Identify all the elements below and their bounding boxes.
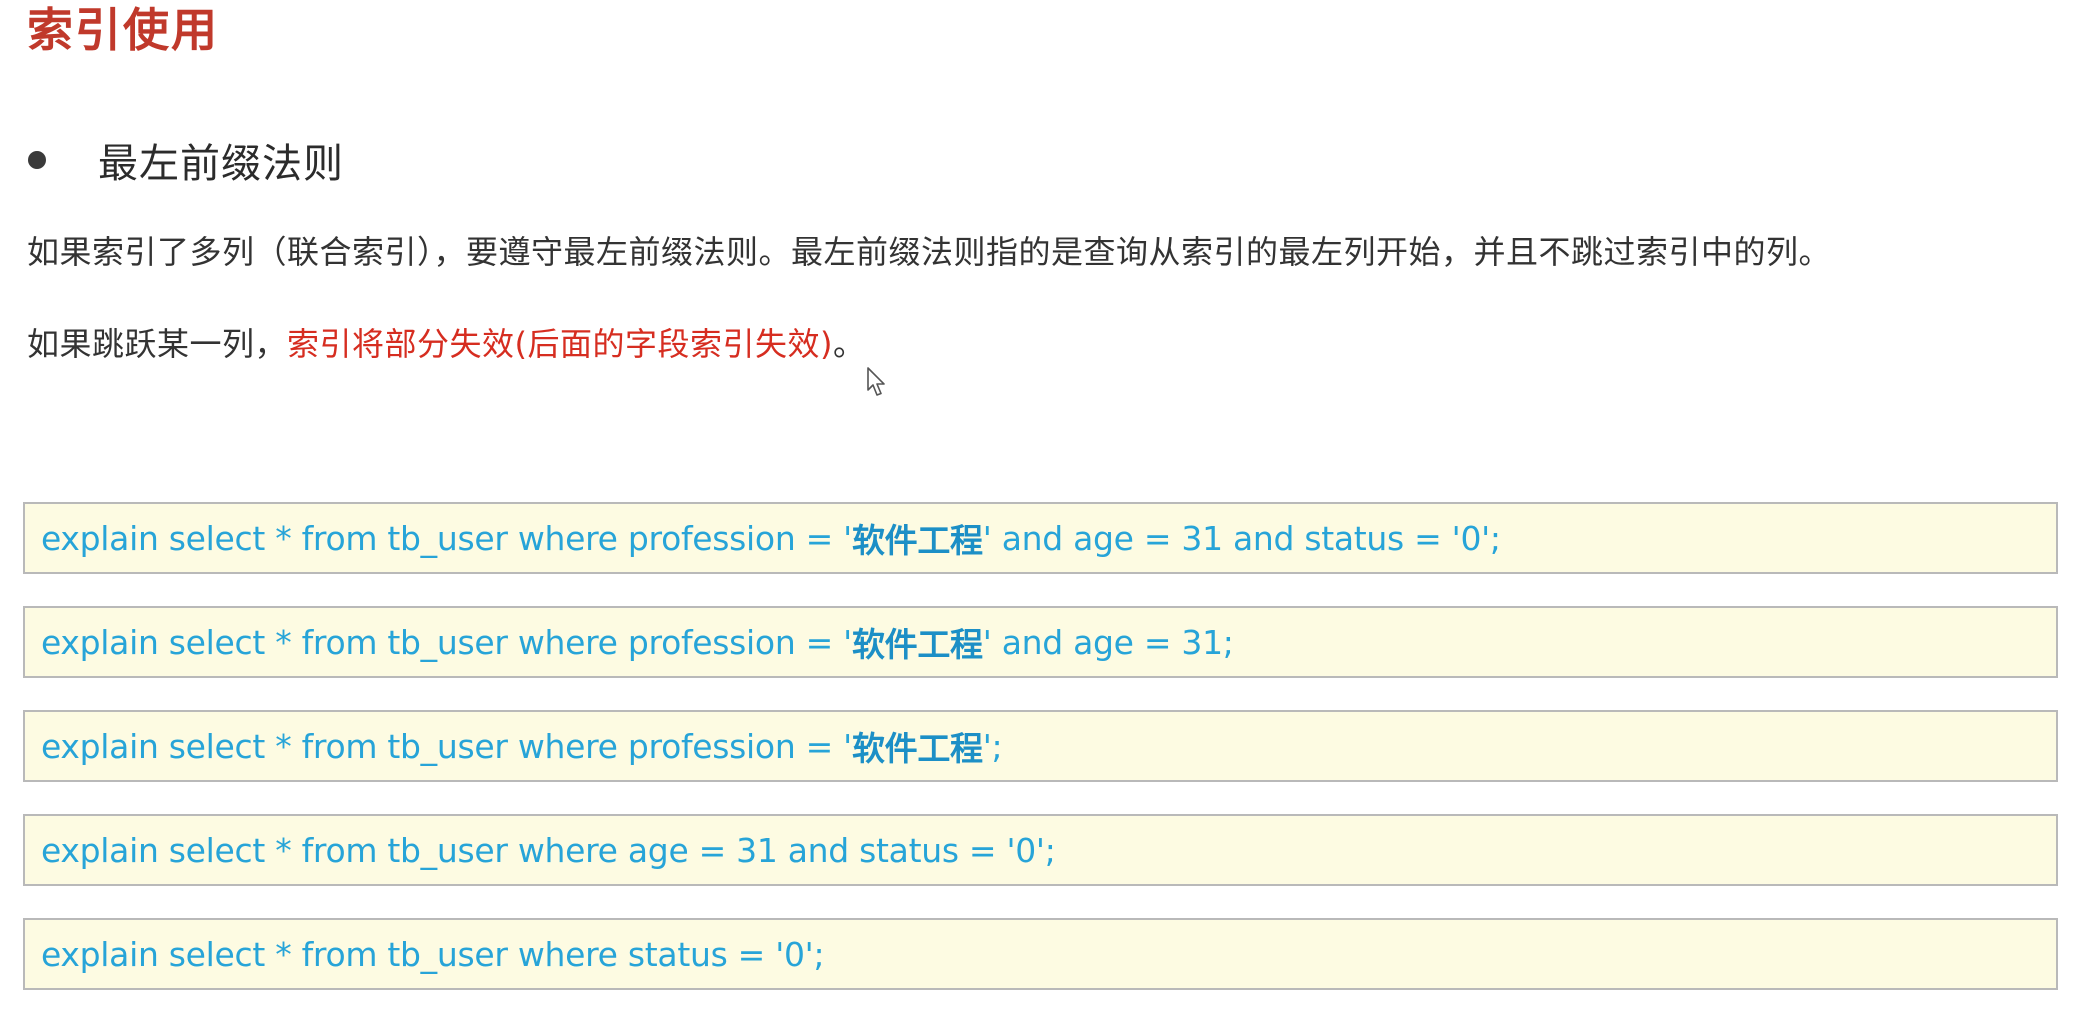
code-text: explain select * from tb_user where age … — [41, 830, 1056, 870]
code-highlight: 软件工程 — [851, 625, 983, 664]
code-block: explain select * from tb_user where prof… — [23, 502, 2058, 574]
code-highlight: 软件工程 — [851, 521, 983, 560]
code-text: explain select * from tb_user where prof… — [41, 622, 852, 662]
code-text: ' and age = 31 and status = '0'; — [982, 518, 1501, 558]
code-text: explain select * from tb_user where prof… — [41, 518, 852, 558]
rule-description: 如果索引了多列（联合索引），要遵守最左前缀法则。最左前缀法则指的是查询从索引的最… — [27, 233, 1832, 271]
code-list: explain select * from tb_user where prof… — [23, 502, 2058, 1022]
bullet-heading: 最左前缀法则 — [98, 141, 344, 187]
code-text: explain select * from tb_user where stat… — [41, 934, 825, 974]
code-highlight: 软件工程 — [851, 729, 983, 768]
rule-note-prefix: 如果跳跃某一列， — [27, 325, 288, 363]
code-block: explain select * from tb_user where prof… — [23, 710, 2058, 782]
rule-note: 如果跳跃某一列，索引将部分失效(后面的字段索引失效)。 — [27, 320, 866, 368]
bullet-dot-icon — [28, 151, 46, 169]
mouse-cursor-icon — [867, 367, 885, 396]
code-block: explain select * from tb_user where stat… — [23, 918, 2058, 990]
code-text: explain select * from tb_user where prof… — [41, 726, 852, 766]
code-text: ' and age = 31; — [982, 622, 1234, 662]
code-block: explain select * from tb_user where prof… — [23, 606, 2058, 678]
rule-note-highlight: 索引将部分失效(后面的字段索引失效) — [287, 325, 833, 363]
page-title: 索引使用 — [27, 3, 219, 57]
rule-note-suffix: 。 — [833, 325, 866, 363]
code-block: explain select * from tb_user where age … — [23, 814, 2058, 886]
bullet-item: 最左前缀法则 — [28, 130, 344, 190]
code-text: '; — [982, 726, 1003, 766]
